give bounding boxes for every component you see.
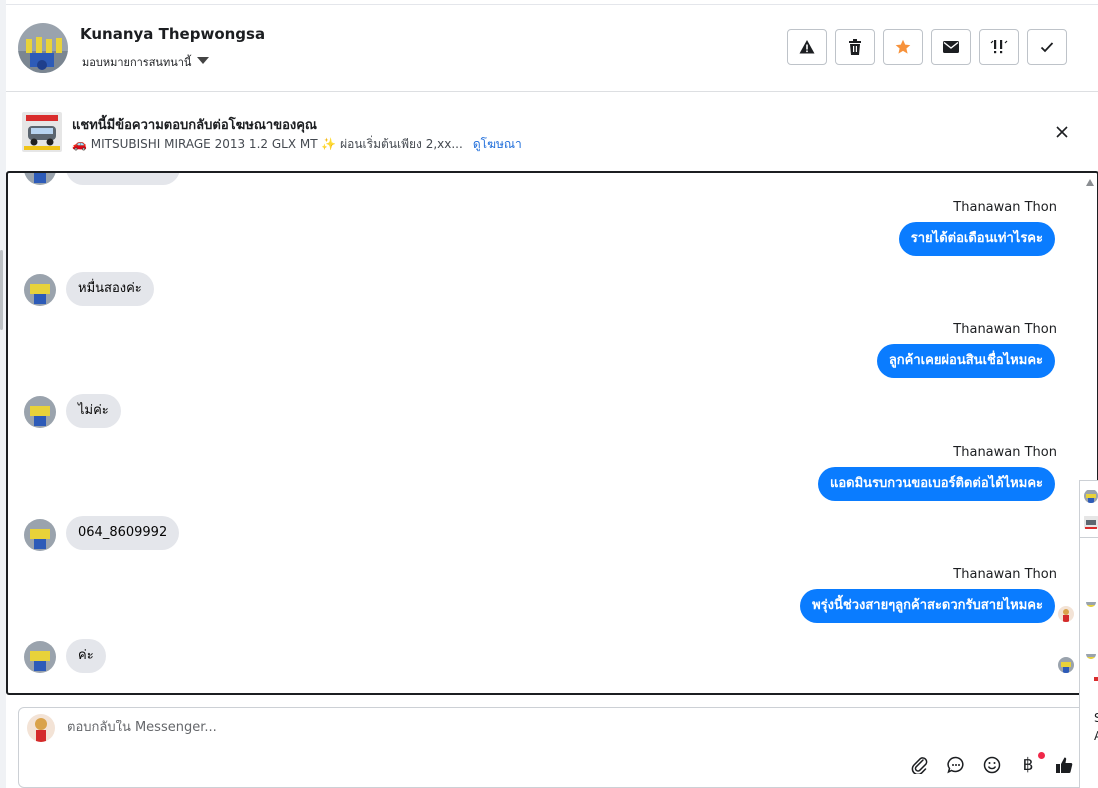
page-avatar: [27, 714, 55, 742]
baht-icon: ฿: [1022, 755, 1034, 775]
reply-input[interactable]: [67, 720, 767, 735]
outgoing-message-bubble[interactable]: พรุ่งนี้ช่วงสายๆลูกค้าสะดวกรับสายไหมคะ: [800, 589, 1055, 623]
edge-letter: S: [1094, 711, 1098, 725]
contact-avatar-small: [24, 396, 56, 428]
star-button[interactable]: [883, 29, 923, 65]
close-banner-button[interactable]: [1052, 122, 1072, 142]
seen-by-avatar: [1058, 657, 1074, 673]
mark-unread-button[interactable]: [931, 29, 971, 65]
chat-head-avatar[interactable]: [1086, 649, 1096, 659]
saved-replies-button[interactable]: [945, 754, 967, 776]
sender-name: Thanawan Thon: [953, 567, 1057, 582]
outgoing-message-bubble[interactable]: ลูกค้าเคยผ่อนสินเชื่อไหมคะ: [876, 344, 1055, 378]
warning-icon: [799, 40, 815, 54]
sender-name: Thanawan Thon: [953, 200, 1057, 215]
edge-letter: A: [1094, 729, 1098, 743]
outgoing-message-bubble[interactable]: รายได้ต่อเดือนเท่าไรคะ: [898, 222, 1055, 256]
mark-spam-button[interactable]: [787, 29, 827, 65]
view-ad-link[interactable]: ดูโฆษณา: [473, 135, 522, 154]
mark-done-button[interactable]: [1027, 29, 1067, 65]
incoming-message-bubble[interactable]: ค่ะ: [66, 639, 106, 673]
incoming-message-bubble[interactable]: ไม่ค่ะ: [66, 394, 121, 428]
thumbs-up-icon: [1056, 757, 1073, 773]
trash-icon: [849, 39, 861, 55]
contact-avatar-small: [24, 641, 56, 673]
contact-avatar-small: [24, 274, 56, 306]
payment-button[interactable]: ฿: [1017, 752, 1045, 776]
assign-conversation-dropdown[interactable]: มอบหมายการสนทนานี้: [82, 53, 210, 71]
contact-avatar-small: [24, 519, 56, 551]
red-marker: [1094, 677, 1098, 681]
assign-label: มอบหมายการสนทนานี้: [82, 56, 192, 69]
sender-name: Thanawan Thon: [953, 445, 1057, 460]
close-icon: [1056, 126, 1068, 138]
notification-dot: [1038, 752, 1045, 759]
emoji-button[interactable]: [981, 754, 1003, 776]
side-panel-edge: S A: [1079, 480, 1098, 788]
seen-by-avatar: [1058, 606, 1074, 622]
delete-button[interactable]: [835, 29, 875, 65]
chat-bubble-icon: [947, 756, 964, 774]
attach-button[interactable]: [909, 754, 931, 776]
follow-up-button[interactable]: [979, 29, 1019, 65]
ad-thumbnail-mini[interactable]: [1084, 515, 1098, 529]
ad-banner-subtitle: 🚗 MITSUBISHI MIRAGE 2013 1.2 GLX MT ✨ ผ่…: [72, 135, 522, 154]
left-scrollbar-thumb[interactable]: [0, 250, 3, 330]
check-icon: [1040, 42, 1054, 53]
reply-composer: ฿: [18, 707, 1090, 788]
contact-avatar-small: [24, 173, 56, 185]
header-actions: [787, 29, 1067, 65]
ad-description: 🚗 MITSUBISHI MIRAGE 2013 1.2 GLX MT ✨ ผ่…: [72, 137, 463, 151]
emoji-icon: [983, 756, 1001, 774]
contact-avatar[interactable]: [18, 23, 68, 73]
edge-divider: [1080, 537, 1098, 538]
conversation-header: Kunanya Thepwongsa มอบหมายการสนทนานี้: [6, 4, 1098, 92]
like-button[interactable]: [1053, 754, 1075, 776]
paperclip-icon: [911, 757, 928, 774]
ad-reply-banner: แชทนี้มีข้อความตอบกลับต่อโฆษณาของคุณ 🚗 M…: [6, 92, 1098, 170]
sender-name: Thanawan Thon: [953, 322, 1057, 337]
chat-head-avatar[interactable]: [1086, 597, 1096, 607]
incoming-message-bubble[interactable]: 064_8609992: [66, 516, 180, 550]
incoming-message-bubble[interactable]: หมื่นสองค่ะ: [66, 272, 154, 306]
contact-name[interactable]: Kunanya Thepwongsa: [80, 25, 265, 43]
message-thread[interactable]: Thanawan Thon รายได้ต่อเดือนเท่าไรคะ หมื…: [6, 171, 1098, 695]
caret-down-icon: [197, 57, 210, 64]
ad-thumbnail[interactable]: [22, 112, 62, 152]
ad-banner-title: แชทนี้มีข้อความตอบกลับต่อโฆษณาของคุณ: [72, 118, 317, 133]
chat-head-avatar[interactable]: [1084, 489, 1098, 503]
outgoing-message-bubble[interactable]: แอดมินรบกวนขอเบอร์ติดต่อได้ไหมคะ: [817, 467, 1055, 501]
star-icon: [895, 39, 911, 54]
scroll-up-arrow-icon[interactable]: [1086, 179, 1094, 186]
follow-up-icon: [990, 40, 1008, 54]
incoming-message-bubble[interactable]: [66, 173, 180, 185]
composer-toolbar: ฿: [909, 752, 1075, 776]
envelope-icon: [943, 41, 959, 53]
